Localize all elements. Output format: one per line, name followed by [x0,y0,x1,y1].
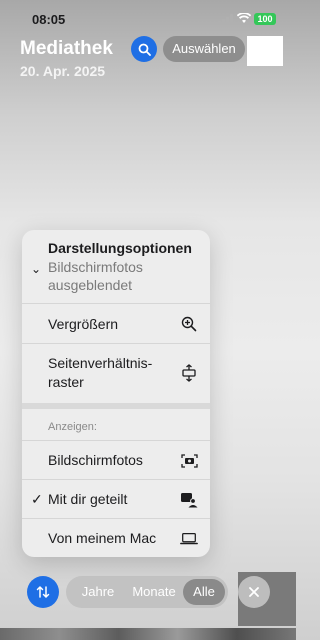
menu-item-label-line2: raster [48,374,84,390]
menu-subtitle-line1: Bildschirmfotos [48,259,143,275]
photo-grid-strip[interactable] [0,628,296,640]
menu-item-zoom[interactable]: Vergrößern [22,304,210,344]
menu-item-label: Mit dir geteilt [48,491,128,507]
menu-item-aspect-ratio[interactable]: Seitenverhältnis- raster [22,344,210,403]
screenshot-icon [180,452,198,470]
shared-with-you-icon [180,491,198,509]
menu-item-shared-with-you[interactable]: ✓ Mit dir geteilt [22,480,210,519]
time-range-segmented-control: Jahre Monate Alle [66,576,228,608]
close-icon [249,587,259,597]
close-button[interactable] [238,576,270,608]
search-icon [138,43,151,56]
checkmark-icon: ✓ [31,491,43,507]
sort-button[interactable] [27,576,59,608]
segment-months[interactable]: Monate [126,576,182,608]
menu-item-from-my-mac[interactable]: Von meinem Mac [22,519,210,557]
menu-item-screenshots[interactable]: Bildschirmfotos [22,441,210,480]
menu-section-header: Anzeigen: [22,409,210,441]
status-bar: 08:05 100 [0,0,296,38]
select-button[interactable]: Auswählen [163,36,245,62]
menu-item-display-options[interactable]: ⌄ Darstellungsoptionen Bildschirmfotos a… [22,230,210,304]
sort-icon [36,585,50,599]
aspect-ratio-icon [180,364,198,382]
search-button[interactable] [131,36,157,62]
menu-item-label-line1: Seitenverhältnis- [48,355,153,371]
section-label: Anzeigen: [48,421,97,433]
laptop-icon [180,530,198,548]
display-options-menu: ⌄ Darstellungsoptionen Bildschirmfotos a… [22,230,210,557]
page-title: Mediathek [20,38,113,59]
segment-years[interactable]: Jahre [72,576,124,608]
wifi-icon [237,13,251,23]
menu-item-label: Bildschirmfotos [48,452,143,468]
page-date: 20. Apr. 2025 [20,63,106,79]
status-time: 08:05 [32,12,66,27]
menu-title: Darstellungsoptionen [48,240,192,256]
menu-subtitle-line2: ausgeblendet [48,277,133,293]
zoom-in-icon [180,315,198,333]
segment-all[interactable]: Alle [183,576,225,608]
menu-item-label: Vergrößern [48,316,119,332]
avatar[interactable] [247,36,283,66]
menu-item-label: Von meinem Mac [48,530,157,546]
chevron-down-icon: ⌄ [31,262,42,276]
signal-icon [218,14,234,25]
battery-indicator: 100 [254,13,276,25]
